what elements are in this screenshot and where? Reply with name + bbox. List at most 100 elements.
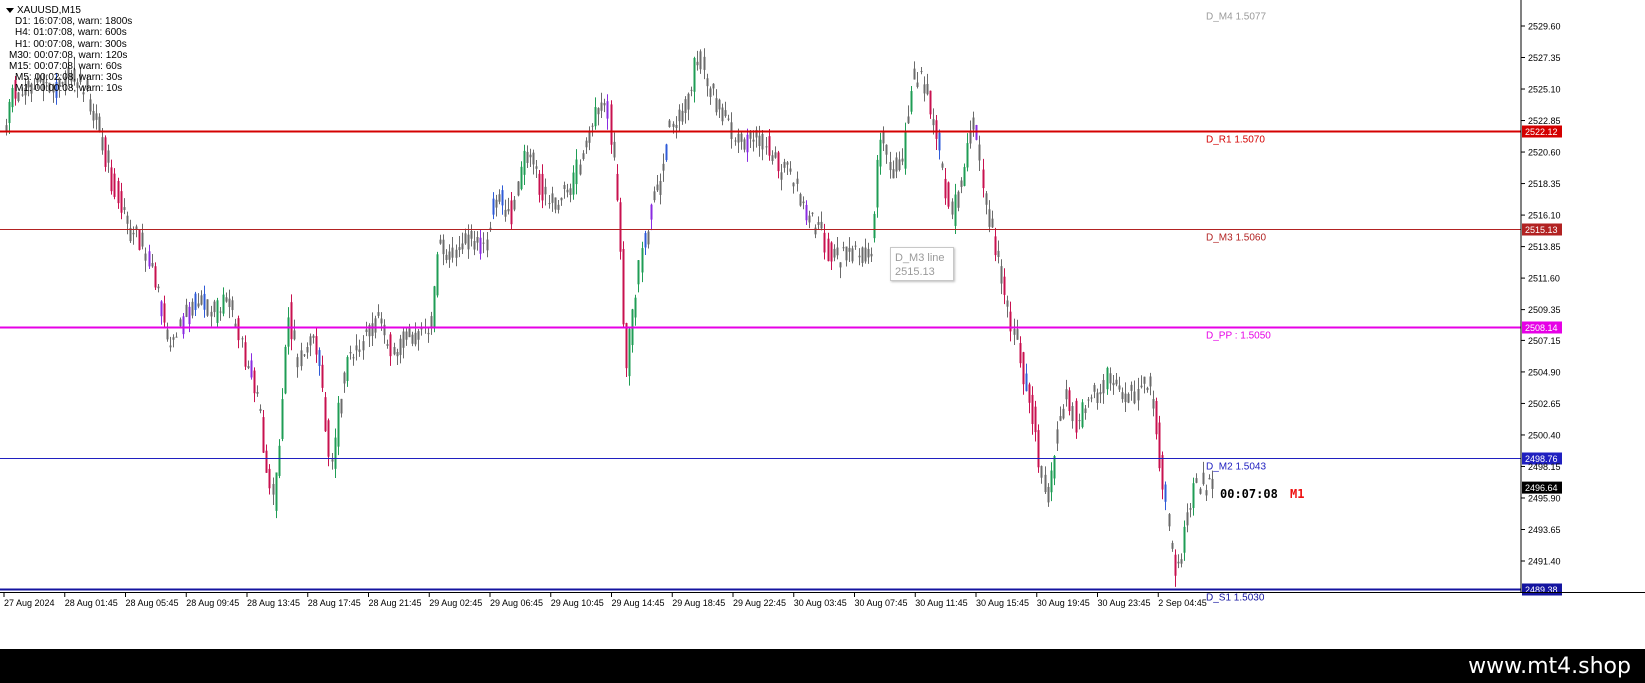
candle-body [1037,430,1040,468]
candle-body [331,459,334,462]
candle-body [647,231,650,245]
candle-body [960,180,963,187]
time-tick-label: 29 Aug 10:45 [551,598,604,608]
candle-body [823,232,826,253]
candle-body [554,197,557,210]
candle-body [951,201,954,215]
candle-body [225,297,228,302]
candle-body [318,350,321,366]
time-tick-label: 29 Aug 14:45 [612,598,665,608]
candle-body [1047,486,1050,503]
candle-body [470,230,473,239]
timeframe-row: M5: 00:02:08, warn: 30s [15,72,123,84]
candle-body [724,110,727,117]
period-label: M1 [1290,487,1305,501]
candle-body [870,253,873,257]
candle-body [473,241,476,250]
candle-body [486,239,489,251]
candle-body [464,233,467,244]
collapse-triangle-icon[interactable] [6,8,14,14]
candle-body [290,302,293,340]
candle-body [247,366,250,369]
candle-body [1124,393,1127,403]
candle-body [501,190,504,206]
level-label: D_M2 1.5043 [1206,462,1266,473]
candle-body [653,191,656,201]
candle-body [371,323,374,336]
candle-body [740,133,743,142]
candle-body [935,120,938,139]
candle-body [120,191,123,213]
candle-body [737,133,740,143]
candle-body [113,173,116,197]
candle-body [882,131,885,144]
candle-body [138,229,141,250]
candle-body [166,329,169,340]
candle-body [393,347,396,355]
price-tick-label: 2504.90 [1528,367,1561,377]
price-chart[interactable]: D_M4 1.5077 D_R1 1.5070 2522.12 D_M3 1.5060… [0,0,1645,649]
candle-body [1090,397,1093,399]
candle-body [842,247,845,249]
timeframe-row: M15: 00:07:08, warn: 60s [9,61,122,73]
candle-body [259,408,262,411]
candle-body [783,161,786,168]
candle-body [566,189,569,193]
candle-body [1016,329,1019,340]
candle-body [879,139,882,167]
candle-body [1133,391,1136,404]
candle-body [1071,406,1074,422]
candle-body [253,370,256,394]
candle-body [765,146,768,148]
symbol-header[interactable]: XAUUSD,M15 [6,5,132,16]
candle-body [154,266,157,288]
time-tick-label: 28 Aug 05:45 [126,598,179,608]
tooltip-line-value: 2515.13 [895,266,935,278]
candle-body [340,398,343,414]
candle-body [693,57,696,92]
candle-body [1056,429,1059,444]
candle-body [262,417,265,453]
candle-body [355,345,358,351]
candle-body [752,139,755,142]
candle-body [272,483,275,495]
candle-body [455,249,458,258]
candle-body [758,135,761,147]
candle-body [383,324,386,336]
candle-body [197,303,200,307]
price-tag-label: 2489.38 [1525,585,1558,595]
price-tick-label: 2502.65 [1528,399,1561,409]
candle-body [408,328,411,338]
candle-body [548,203,551,205]
candle-body [358,349,361,352]
candle-body [436,254,439,296]
candle-body [1084,408,1087,414]
candle-body [678,109,681,122]
candle-body [718,99,721,110]
candle-body [1053,456,1056,479]
candle-body [982,169,985,189]
candle-body [203,293,206,310]
candle-body [1192,483,1195,508]
candle-body [786,162,789,165]
candle-body [296,357,299,368]
candle-body [110,167,113,192]
candle-body [237,318,240,341]
candle-body [1059,416,1062,421]
candle-body [1003,276,1006,295]
candle-body [1081,402,1084,428]
candle-body [504,209,507,217]
candle-body [1099,392,1102,395]
candle-body [148,251,151,267]
candle-body [789,168,792,172]
candle-body [95,113,98,120]
candle-body [523,150,526,175]
candle-body [650,204,653,220]
candle-body [895,157,898,172]
candle-body [172,337,175,340]
timeframe-row: H4: 01:07:08, warn: 600s [15,27,127,39]
candle-body [324,397,327,432]
candle-body [1050,470,1053,493]
candle-body [588,132,591,143]
chart-area[interactable]: D_M4 1.5077 D_R1 1.5070 2522.12 D_M3 1.5060… [0,0,1645,649]
